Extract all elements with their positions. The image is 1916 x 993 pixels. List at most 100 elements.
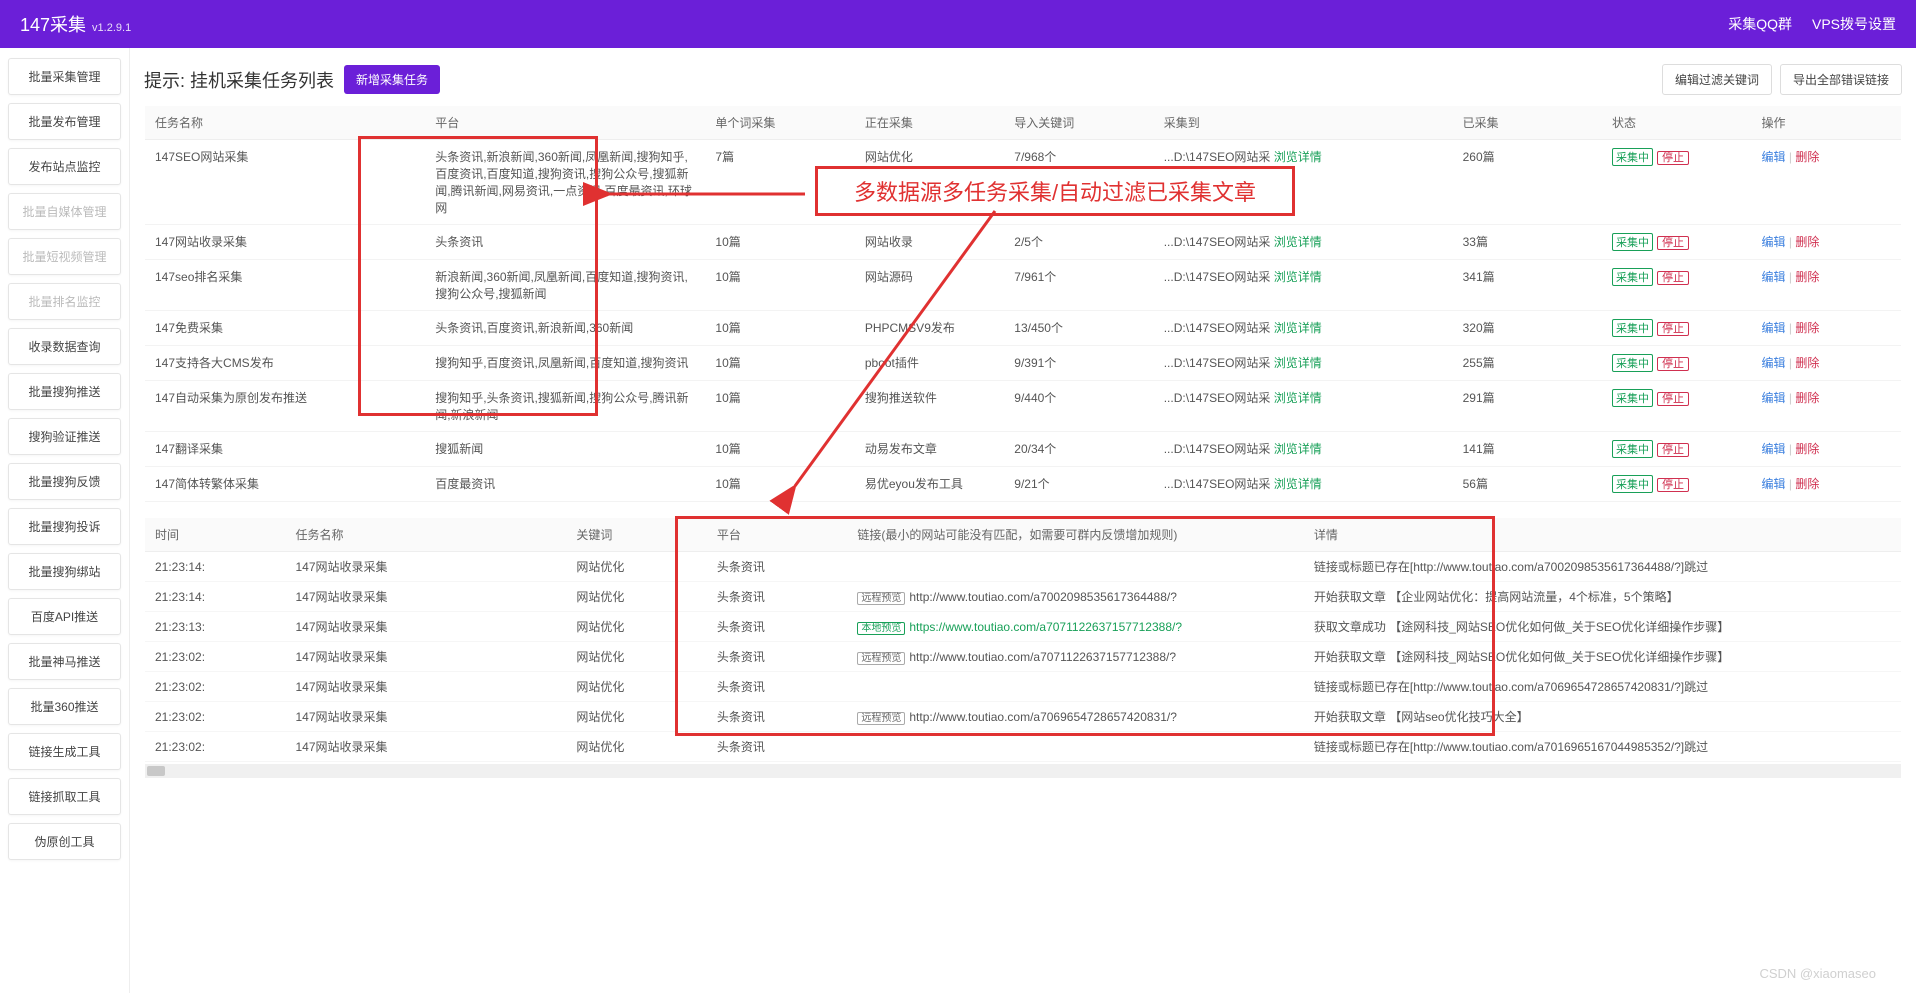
cell-time: 21:23:14: — [145, 552, 285, 582]
sidebar-item-0[interactable]: 批量采集管理 — [8, 58, 121, 95]
edit-link[interactable]: 编辑 — [1761, 442, 1785, 456]
cell-collecting: 网站源码 — [855, 260, 1004, 311]
cell-to: ...D:\147SEO网站采 浏览详情 — [1154, 225, 1453, 260]
sidebar-item-16[interactable]: 链接抓取工具 — [8, 778, 121, 815]
stop-button[interactable]: 停止 — [1657, 443, 1689, 457]
sidebar-item-17[interactable]: 伪原创工具 — [8, 823, 121, 860]
cell-task: 147网站收录采集 — [285, 702, 566, 732]
th-collecting: 正在采集 — [855, 106, 1004, 140]
cell-import: 7/968个 — [1004, 140, 1153, 225]
delete-link[interactable]: 删除 — [1795, 270, 1819, 284]
sidebar-item-15[interactable]: 链接生成工具 — [8, 733, 121, 770]
edit-link[interactable]: 编辑 — [1761, 270, 1785, 284]
edit-link[interactable]: 编辑 — [1761, 321, 1785, 335]
preview-tag[interactable]: 远程预览 — [857, 712, 905, 725]
cell-platform: 搜狐新闻 — [425, 432, 705, 467]
edit-link[interactable]: 编辑 — [1761, 356, 1785, 370]
add-task-button[interactable]: 新增采集任务 — [344, 65, 440, 94]
cell-task: 147网站收录采集 — [285, 732, 566, 762]
cell-ops: 编辑 | 删除 — [1751, 381, 1901, 432]
cell-name: 147SEO网站采集 — [145, 140, 425, 225]
edit-link[interactable]: 编辑 — [1761, 477, 1785, 491]
sidebar-item-8[interactable]: 搜狗验证推送 — [8, 418, 121, 455]
preview-tag[interactable]: 远程预览 — [857, 592, 905, 605]
cell-platform: 百度最资讯 — [425, 467, 705, 502]
sidebar-item-13[interactable]: 批量神马推送 — [8, 643, 121, 680]
sidebar-item-2[interactable]: 发布站点监控 — [8, 148, 121, 185]
cell-pf: 头条资讯 — [707, 582, 847, 612]
edit-link[interactable]: 编辑 — [1761, 150, 1785, 164]
browse-detail-link[interactable]: 浏览详情 — [1274, 270, 1322, 284]
delete-link[interactable]: 删除 — [1795, 442, 1819, 456]
log-panel: 时间 任务名称 关键词 平台 链接(最小的网站可能没有匹配，如需要可群内反馈增加… — [144, 517, 1902, 983]
scrollbar-thumb[interactable] — [147, 766, 165, 776]
delete-link[interactable]: 删除 — [1795, 150, 1819, 164]
qq-group-link[interactable]: 采集QQ群 — [1728, 14, 1792, 34]
edit-filter-button[interactable]: 编辑过滤关键词 — [1662, 64, 1772, 95]
cell-kw: 网站优化 — [566, 612, 706, 642]
status-badge: 采集中 — [1612, 440, 1653, 458]
delete-link[interactable]: 删除 — [1795, 235, 1819, 249]
preview-tag[interactable]: 远程预览 — [857, 652, 905, 665]
vps-dial-link[interactable]: VPS拨号设置 — [1812, 14, 1896, 34]
cell-single: 10篇 — [705, 346, 854, 381]
preview-tag[interactable]: 本地预览 — [857, 622, 905, 635]
stop-button[interactable]: 停止 — [1657, 392, 1689, 406]
cell-time: 21:23:14: — [145, 582, 285, 612]
cell-status: 采集中停止 — [1602, 140, 1751, 225]
delete-link[interactable]: 删除 — [1795, 321, 1819, 335]
sidebar-item-14[interactable]: 批量360推送 — [8, 688, 121, 725]
browse-detail-link[interactable]: 浏览详情 — [1274, 150, 1322, 164]
cell-pf: 头条资讯 — [707, 672, 847, 702]
cell-time: 21:23:02: — [145, 732, 285, 762]
edit-link[interactable]: 编辑 — [1761, 235, 1785, 249]
cell-detail: 获取文章成功 【途网科技_网站SEO优化如何做_关于SEO优化详细操作步骤】 — [1304, 612, 1901, 642]
sidebar-item-6[interactable]: 收录数据查询 — [8, 328, 121, 365]
tip-bar: 提示: 挂机采集任务列表 新增采集任务 编辑过滤关键词 导出全部错误链接 — [144, 58, 1902, 105]
browse-detail-link[interactable]: 浏览详情 — [1274, 442, 1322, 456]
cell-collected: 255篇 — [1453, 346, 1602, 381]
cell-kw: 网站优化 — [566, 552, 706, 582]
browse-detail-link[interactable]: 浏览详情 — [1274, 235, 1322, 249]
task-row: 147支持各大CMS发布搜狗知乎,百度资讯,凤凰新闻,百度知道,搜狗资讯10篇p… — [145, 346, 1901, 381]
sidebar-item-7[interactable]: 批量搜狗推送 — [8, 373, 121, 410]
log-url[interactable]: http://www.toutiao.com/a7069654728657420… — [909, 710, 1177, 724]
cell-detail: 链接或标题已存在[http://www.toutiao.com/a7002098… — [1304, 552, 1901, 582]
cell-kw: 网站优化 — [566, 582, 706, 612]
delete-link[interactable]: 删除 — [1795, 477, 1819, 491]
sidebar-item-11[interactable]: 批量搜狗绑站 — [8, 553, 121, 590]
delete-link[interactable]: 删除 — [1795, 391, 1819, 405]
cell-task: 147网站收录采集 — [285, 552, 566, 582]
status-badge: 采集中 — [1612, 354, 1653, 372]
cell-import: 7/961个 — [1004, 260, 1153, 311]
cell-time: 21:23:02: — [145, 642, 285, 672]
stop-button[interactable]: 停止 — [1657, 151, 1689, 165]
th-ops: 操作 — [1751, 106, 1901, 140]
sidebar-item-10[interactable]: 批量搜狗投诉 — [8, 508, 121, 545]
browse-detail-link[interactable]: 浏览详情 — [1274, 391, 1322, 405]
stop-button[interactable]: 停止 — [1657, 357, 1689, 371]
stop-button[interactable]: 停止 — [1657, 322, 1689, 336]
delete-link[interactable]: 删除 — [1795, 356, 1819, 370]
stop-button[interactable]: 停止 — [1657, 271, 1689, 285]
browse-detail-link[interactable]: 浏览详情 — [1274, 477, 1322, 491]
log-url[interactable]: https://www.toutiao.com/a707112263715771… — [909, 620, 1182, 634]
browse-detail-link[interactable]: 浏览详情 — [1274, 356, 1322, 370]
stop-button[interactable]: 停止 — [1657, 236, 1689, 250]
export-error-links-button[interactable]: 导出全部错误链接 — [1780, 64, 1902, 95]
cell-pf: 头条资讯 — [707, 552, 847, 582]
cell-ops: 编辑 | 删除 — [1751, 140, 1901, 225]
browse-detail-link[interactable]: 浏览详情 — [1274, 321, 1322, 335]
sidebar-item-1[interactable]: 批量发布管理 — [8, 103, 121, 140]
log-row: 21:23:02:147网站收录采集网站优化头条资讯链接或标题已存在[http:… — [145, 732, 1901, 762]
cell-collecting: 搜狗推送软件 — [855, 381, 1004, 432]
log-url[interactable]: http://www.toutiao.com/a7002098535617364… — [909, 590, 1177, 604]
cell-detail: 开始获取文章 【企业网站优化：提高网站流量，4个标准，5个策略】 — [1304, 582, 1901, 612]
stop-button[interactable]: 停止 — [1657, 478, 1689, 492]
sidebar-item-9[interactable]: 批量搜狗反馈 — [8, 463, 121, 500]
horizontal-scrollbar[interactable] — [145, 764, 1901, 778]
log-row: 21:23:02:147网站收录采集网站优化头条资讯远程预览http://www… — [145, 642, 1901, 672]
log-url[interactable]: http://www.toutiao.com/a7071122637157712… — [909, 650, 1176, 664]
edit-link[interactable]: 编辑 — [1761, 391, 1785, 405]
sidebar-item-12[interactable]: 百度API推送 — [8, 598, 121, 635]
